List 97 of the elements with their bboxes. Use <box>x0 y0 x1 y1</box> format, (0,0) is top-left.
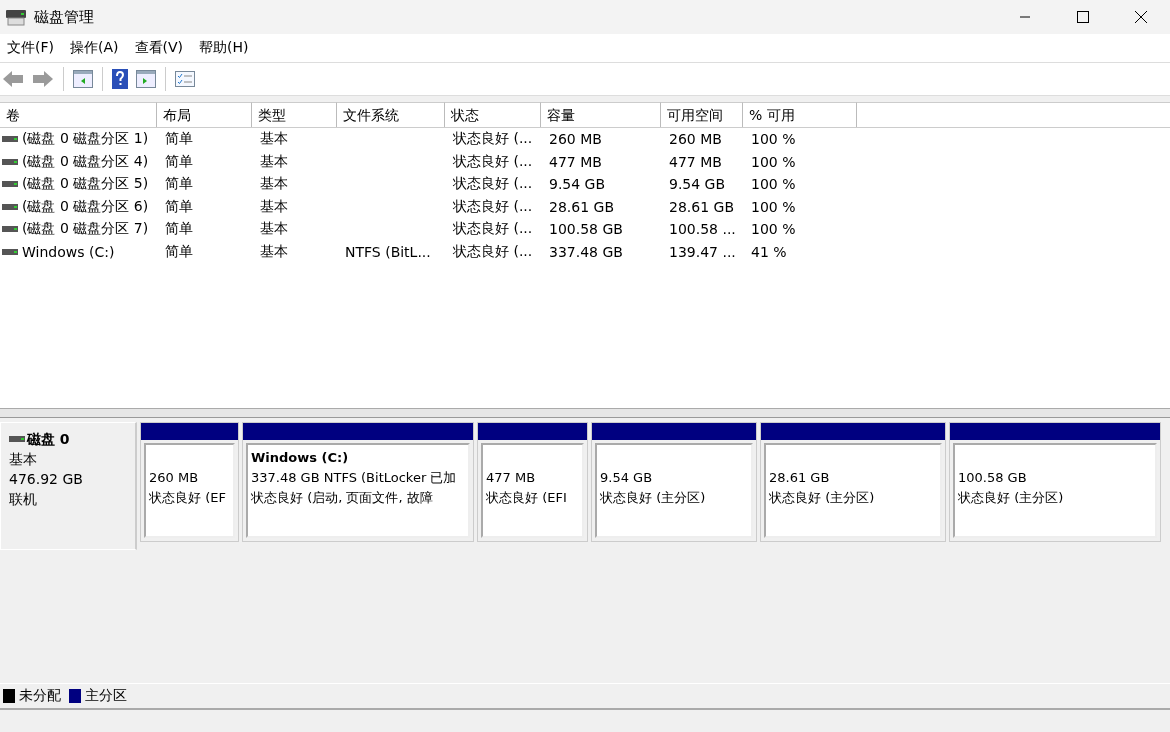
table-cell: 简单 <box>165 152 193 169</box>
panel-icon[interactable] <box>136 70 156 88</box>
table-cell: 基本 <box>260 152 288 169</box>
partition-block[interactable]: 100.58 GB 状态良好 (主分区) <box>949 422 1161 542</box>
table-cell: 477 MB <box>549 153 602 170</box>
menu-item[interactable]: 操作(A) <box>63 39 128 57</box>
table-cell: 260 MB <box>549 131 602 148</box>
table-cell: 基本 <box>260 197 288 214</box>
partition-status: 状态良好 (主分区) <box>958 489 1065 507</box>
partition-status: 状态良好 (EFI <box>486 489 568 507</box>
table-cell: (磁盘 0 磁盘分区 7) <box>22 220 149 239</box>
drive-icon <box>2 158 18 165</box>
table-cell: 简单 <box>165 220 193 237</box>
disk-name: 磁盘 0 <box>27 430 70 449</box>
partition-status: 状态良好 (启动, 页面文件, 故障 <box>251 489 434 507</box>
partition-status: 状态良好 (主分区) <box>600 489 707 507</box>
pane-splitter[interactable] <box>0 409 1170 418</box>
table-cell: 337.48 GB <box>549 243 623 260</box>
column-header[interactable]: 状态 <box>445 102 541 127</box>
table-cell: 28.61 GB <box>669 198 734 215</box>
partition-label: Windows (C:) <box>251 450 349 465</box>
partition-size: 477 MB <box>486 469 537 487</box>
drive-icon <box>2 136 18 143</box>
menu-item[interactable]: 文件(F) <box>0 39 63 57</box>
column-header[interactable]: 卷 <box>0 102 157 127</box>
disk-drive-icon <box>6 8 26 26</box>
drive-icon <box>2 226 18 233</box>
table-cell: 状态良好 (... <box>453 242 533 259</box>
disk-info-panel[interactable]: 磁盘 0 基本 476.92 GB 联机 <box>0 422 137 550</box>
drive-icon <box>2 248 18 255</box>
column-header[interactable]: 文件系统 <box>337 102 445 127</box>
table-cell: 477 MB <box>669 153 722 170</box>
maximize-icon <box>1077 11 1089 23</box>
table-cell: (磁盘 0 磁盘分区 1) <box>22 130 149 149</box>
table-cell: 状态良好 (... <box>453 152 533 169</box>
table-cell: 基本 <box>260 130 288 147</box>
partition-status: 状态良好 (EF <box>149 489 227 507</box>
column-header[interactable]: 布局 <box>157 102 252 127</box>
table-cell: 基本 <box>260 220 288 237</box>
table-cell: 100 % <box>751 176 796 193</box>
column-header[interactable]: % 可用 <box>743 102 857 127</box>
table-cell: NTFS (BitL... <box>345 243 431 260</box>
table-cell: 简单 <box>165 242 193 259</box>
partition-block[interactable]: 9.54 GB 状态良好 (主分区) <box>591 422 757 542</box>
menu-item[interactable]: 查看(V) <box>127 39 192 57</box>
disk-type: 基本 <box>9 450 38 469</box>
table-cell: (磁盘 0 磁盘分区 4) <box>22 152 149 171</box>
close-icon <box>1135 11 1147 23</box>
drive-icon <box>9 436 25 442</box>
table-cell: 100 % <box>751 198 796 215</box>
partition-size: 28.61 GB <box>769 469 831 487</box>
partition-size: 260 MB <box>149 469 200 487</box>
legend-label: 主分区 <box>85 687 127 705</box>
table-cell: 100 % <box>751 131 796 148</box>
partition-size: 337.48 GB NTFS (BitLocker 已加 <box>251 469 458 487</box>
table-cell: 状态良好 (... <box>453 130 533 147</box>
partition-block[interactable]: 477 MB 状态良好 (EFI <box>477 422 588 542</box>
table-cell: Windows (C:) <box>22 243 115 260</box>
table-cell: 状态良好 (... <box>453 197 533 214</box>
drive-icon <box>2 181 18 188</box>
checklist-icon[interactable] <box>175 71 195 87</box>
table-cell: 简单 <box>165 175 193 192</box>
table-cell: 状态良好 (... <box>453 175 533 192</box>
help-icon[interactable] <box>112 69 128 89</box>
table-cell: 基本 <box>260 175 288 192</box>
table-cell: 260 MB <box>669 131 722 148</box>
drive-icon <box>2 203 18 210</box>
partition-block[interactable]: Windows (C:) 337.48 GB NTFS (BitLocker 已加 状态良好 (启动, 页面文件, 故障 <box>242 422 474 542</box>
partition-block[interactable]: 28.61 GB 状态良好 (主分区) <box>760 422 946 542</box>
table-cell: (磁盘 0 磁盘分区 5) <box>22 175 149 194</box>
table-cell: 基本 <box>260 242 288 259</box>
table-cell: 状态良好 (... <box>453 220 533 237</box>
table-cell: 139.47 ... <box>669 243 736 260</box>
table-cell: 100.58 ... <box>669 221 736 238</box>
partition-status: 状态良好 (主分区) <box>769 489 876 507</box>
table-cell: 28.61 GB <box>549 198 614 215</box>
table-cell: 100 % <box>751 153 796 170</box>
table-cell: 9.54 GB <box>669 176 726 193</box>
disk-size: 476.92 GB <box>9 470 84 489</box>
column-header[interactable]: 类型 <box>252 102 337 127</box>
legend-label: 未分配 <box>19 687 61 705</box>
column-header[interactable]: 可用空间 <box>661 102 743 127</box>
table-cell: (磁盘 0 磁盘分区 6) <box>22 197 149 216</box>
table-cell: 41 % <box>751 243 787 260</box>
table-cell: 100.58 GB <box>549 221 623 238</box>
partition-size: 100.58 GB <box>958 469 1028 487</box>
column-header[interactable]: 容量 <box>541 102 661 127</box>
partition-block[interactable]: 260 MB 状态良好 (EF <box>140 422 239 542</box>
partition-size: 9.54 GB <box>600 469 654 487</box>
table-cell: 简单 <box>165 197 193 214</box>
table-cell: 9.54 GB <box>549 176 606 193</box>
menu-item[interactable]: 帮助(H) <box>192 39 258 57</box>
table-cell: 100 % <box>751 221 796 238</box>
disk-status: 联机 <box>9 490 38 509</box>
panel-icon[interactable] <box>73 70 93 88</box>
table-cell: 简单 <box>165 130 193 147</box>
window-title: 磁盘管理 <box>34 7 94 27</box>
